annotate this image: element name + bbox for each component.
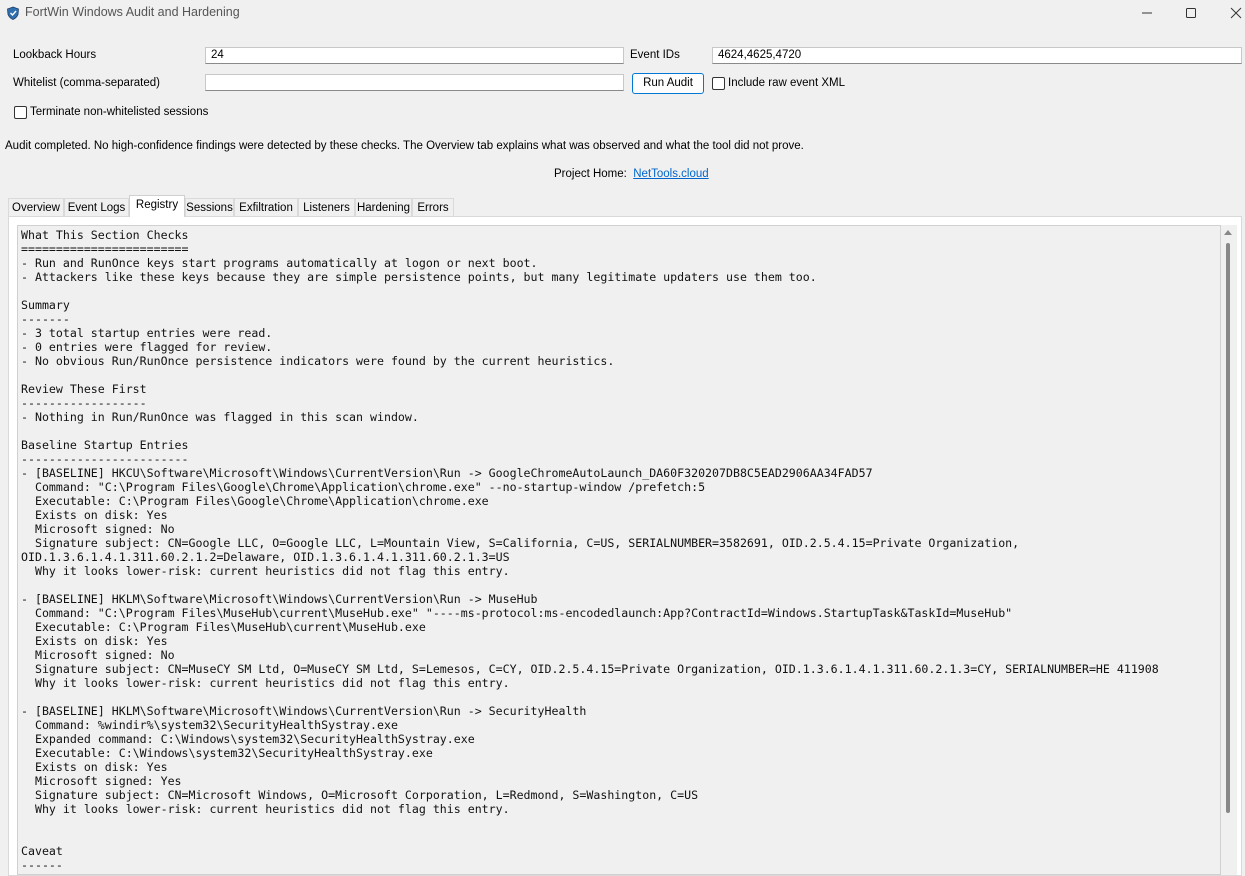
run-audit-button[interactable]: Run Audit <box>632 73 704 94</box>
report-line: ------------------ <box>21 396 147 410</box>
include-raw-xml-label: Include raw event XML <box>728 77 845 89</box>
report-line: ======================== <box>21 242 189 256</box>
report-line: - Nothing in Run/RunOnce was flagged in … <box>21 410 419 424</box>
tab-errors[interactable]: Errors <box>412 198 454 216</box>
vertical-scrollbar[interactable] <box>1221 225 1237 875</box>
report-line: Command: "C:\Program Files\Google\Chrome… <box>21 480 706 494</box>
tab-sessions[interactable]: Sessions <box>185 198 234 216</box>
report-line: Caveat <box>21 844 63 858</box>
report-line: Executable: C:\Windows\system32\Security… <box>21 746 433 760</box>
report-line: Signature subject: CN=Microsoft Windows,… <box>21 788 699 802</box>
window-title: FortWin Windows Audit and Hardening <box>25 5 240 19</box>
report-line: - 0 entries were flagged for review. <box>21 340 273 354</box>
maximize-icon <box>1186 8 1196 18</box>
report-line: Summary <box>21 298 70 312</box>
registry-report-text: What This Section Checks ===============… <box>18 226 1220 872</box>
include-raw-xml-checkbox[interactable] <box>712 77 725 90</box>
maximize-button[interactable] <box>1168 0 1214 26</box>
tab-overview[interactable]: Overview <box>8 198 64 216</box>
report-line: ------------------------ <box>21 452 189 466</box>
scrollbar-thumb[interactable] <box>1226 243 1230 813</box>
report-line: Command: "C:\Program Files\MuseHub\curre… <box>21 606 1013 620</box>
report-line: What This Section Checks <box>21 228 189 242</box>
report-line: Baseline Startup Entries <box>21 438 189 452</box>
tab-hardening[interactable]: Hardening <box>355 198 412 216</box>
report-line: Review These First <box>21 382 147 396</box>
report-line: OID.1.3.6.1.4.1.311.60.2.1.2=Delaware, O… <box>21 550 510 564</box>
report-line: Exists on disk: Yes <box>21 508 168 522</box>
tab-listeners[interactable]: Listeners <box>298 198 355 216</box>
lookback-hours-label: Lookback Hours <box>13 49 97 61</box>
report-line: Signature subject: CN=Google LLC, O=Goog… <box>21 536 1020 550</box>
scroll-up-icon[interactable] <box>1224 230 1232 235</box>
project-home: Project Home: NetTools.cloud <box>554 168 709 180</box>
title-bar: FortWin Windows Audit and Hardening <box>0 0 1245 26</box>
report-line: - [BASELINE] HKCU\Software\Microsoft\Win… <box>21 466 873 480</box>
report-line: - 3 total startup entries were read. <box>21 326 273 340</box>
report-line: ------- <box>21 312 70 326</box>
event-ids-label: Event IDs <box>630 49 680 61</box>
report-line: Exists on disk: Yes <box>21 634 168 648</box>
report-line: - [BASELINE] HKLM\Software\Microsoft\Win… <box>21 592 538 606</box>
tab-event-logs[interactable]: Event Logs <box>64 198 129 216</box>
report-line: Microsoft signed: Yes <box>21 774 182 788</box>
report-line: Why it looks lower-risk: current heurist… <box>21 802 510 816</box>
whitelist-label: Whitelist (comma-separated) <box>13 77 160 89</box>
close-icon <box>1230 7 1242 19</box>
minimize-icon <box>1142 12 1152 14</box>
minimize-button[interactable] <box>1124 0 1170 26</box>
terminate-sessions-label: Terminate non-whitelisted sessions <box>30 106 209 118</box>
report-line: ------ <box>21 858 63 872</box>
terminate-sessions-checkbox[interactable] <box>14 106 27 119</box>
status-message: Audit completed. No high-confidence find… <box>5 140 804 152</box>
app-icon <box>7 6 19 20</box>
report-line: Executable: C:\Program Files\MuseHub\cur… <box>21 620 426 634</box>
report-line: Executable: C:\Program Files\Google\Chro… <box>21 494 489 508</box>
report-line: - Run and RunOnce keys start programs au… <box>21 256 538 270</box>
report-line: Expanded command: C:\Windows\system32\Se… <box>21 732 475 746</box>
lookback-hours-input[interactable]: 24 <box>205 47 624 64</box>
report-line: Exists on disk: Yes <box>21 760 168 774</box>
project-home-link[interactable]: NetTools.cloud <box>633 168 708 180</box>
report-line: Microsoft signed: No <box>21 522 175 536</box>
whitelist-input[interactable] <box>205 74 624 91</box>
report-line: Microsoft signed: No <box>21 648 175 662</box>
close-button[interactable] <box>1213 0 1245 26</box>
report-line: Signature subject: CN=MuseCY SM Ltd, O=M… <box>21 662 1159 676</box>
report-line: Why it looks lower-risk: current heurist… <box>21 676 510 690</box>
report-line: Why it looks lower-risk: current heurist… <box>21 564 510 578</box>
registry-report-textarea[interactable]: What This Section Checks ===============… <box>17 225 1221 875</box>
project-home-label: Project Home: <box>554 168 627 180</box>
event-ids-input[interactable]: 4624,4625,4720 <box>712 47 1242 64</box>
report-line: Command: %windir%\system32\SecurityHealt… <box>21 718 398 732</box>
tab-exfiltration[interactable]: Exfiltration <box>234 198 298 216</box>
report-line: - Attackers like these keys because they… <box>21 270 817 284</box>
report-line: - [BASELINE] HKLM\Software\Microsoft\Win… <box>21 704 587 718</box>
tab-registry[interactable]: Registry <box>129 195 185 217</box>
report-line: - No obvious Run/RunOnce persistence ind… <box>21 354 615 368</box>
